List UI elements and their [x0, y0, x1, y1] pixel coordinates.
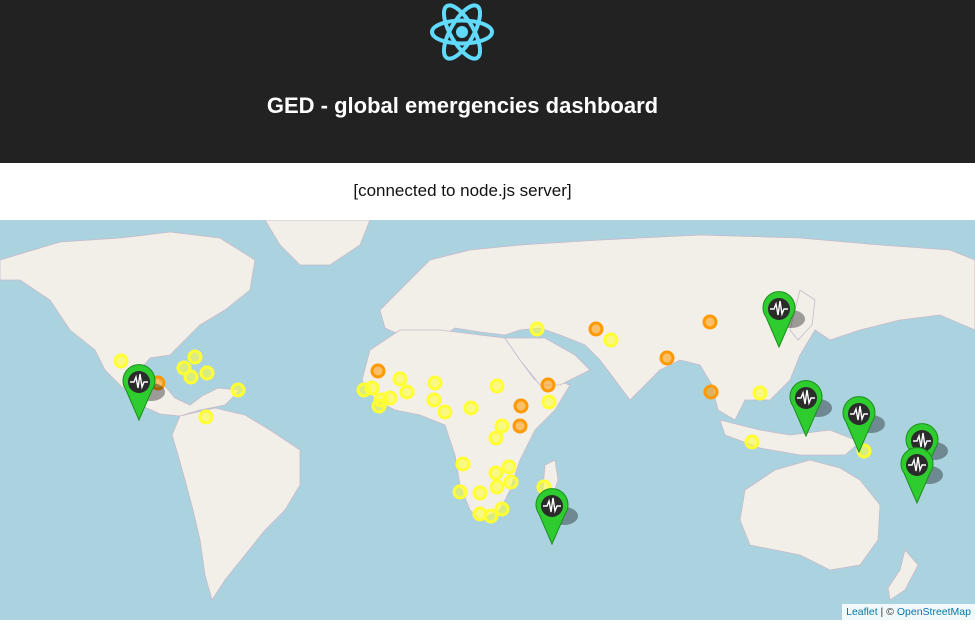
event-circle-marker[interactable]	[659, 350, 675, 366]
event-circle-marker[interactable]	[513, 398, 529, 414]
world-map[interactable]: Leaflet | © OpenStreetMap	[0, 220, 975, 620]
event-circle-marker[interactable]	[455, 456, 471, 472]
event-circle-marker[interactable]	[512, 418, 528, 434]
event-circle-marker[interactable]	[199, 365, 215, 381]
event-circle-marker[interactable]	[426, 392, 442, 408]
event-circle-marker[interactable]	[494, 418, 510, 434]
event-circle-marker[interactable]	[371, 398, 387, 414]
event-circle-marker[interactable]	[113, 353, 129, 369]
event-circle-marker[interactable]	[230, 382, 246, 398]
earthquake-pin-marker[interactable]	[789, 380, 832, 438]
page-title: GED - global emergencies dashboard	[266, 93, 659, 118]
event-circle-marker[interactable]	[472, 506, 488, 522]
event-circle-marker[interactable]	[529, 321, 545, 337]
event-circle-marker[interactable]	[588, 321, 604, 337]
event-circle-marker[interactable]	[488, 430, 504, 446]
event-circle-marker[interactable]	[399, 384, 415, 400]
event-circle-marker[interactable]	[503, 474, 519, 490]
event-circle-marker[interactable]	[382, 390, 398, 406]
event-circle-marker[interactable]	[744, 434, 760, 450]
event-circle-marker[interactable]	[541, 394, 557, 410]
event-circle-marker[interactable]	[370, 363, 386, 379]
connection-status: [connected to node.js server]	[353, 181, 572, 200]
event-circle-marker[interactable]	[472, 485, 488, 501]
react-logo-icon	[430, 3, 494, 61]
map-attribution: Leaflet | © OpenStreetMap	[842, 604, 975, 620]
event-circle-marker[interactable]	[463, 400, 479, 416]
event-circle-marker[interactable]	[364, 380, 380, 396]
event-circle-marker[interactable]	[452, 484, 468, 500]
event-circle-marker[interactable]	[187, 349, 203, 365]
event-circle-marker[interactable]	[702, 314, 718, 330]
earthquake-pin-marker[interactable]	[762, 291, 805, 349]
osm-link[interactable]: OpenStreetMap	[897, 606, 971, 618]
event-circle-marker[interactable]	[198, 409, 214, 425]
event-circle-marker[interactable]	[427, 375, 443, 391]
attribution-separator: | ©	[877, 606, 897, 618]
event-circle-marker[interactable]	[501, 459, 517, 475]
leaflet-link[interactable]: Leaflet	[846, 606, 878, 618]
event-circle-marker[interactable]	[489, 378, 505, 394]
app-header: GED - global emergencies dashboard	[0, 0, 975, 163]
event-circle-marker[interactable]	[488, 465, 504, 481]
markers-layer	[113, 291, 948, 546]
event-circle-marker[interactable]	[752, 385, 768, 401]
event-circle-marker[interactable]	[603, 332, 619, 348]
earthquake-pin-marker[interactable]	[122, 364, 165, 422]
event-circle-marker[interactable]	[392, 371, 408, 387]
event-circle-marker[interactable]	[183, 369, 199, 385]
event-circle-marker[interactable]	[489, 479, 505, 495]
event-circle-marker[interactable]	[494, 501, 510, 517]
event-circle-marker[interactable]	[540, 377, 556, 393]
event-circle-marker[interactable]	[437, 404, 453, 420]
event-circle-marker[interactable]	[703, 384, 719, 400]
earthquake-pin-marker[interactable]	[535, 488, 578, 546]
